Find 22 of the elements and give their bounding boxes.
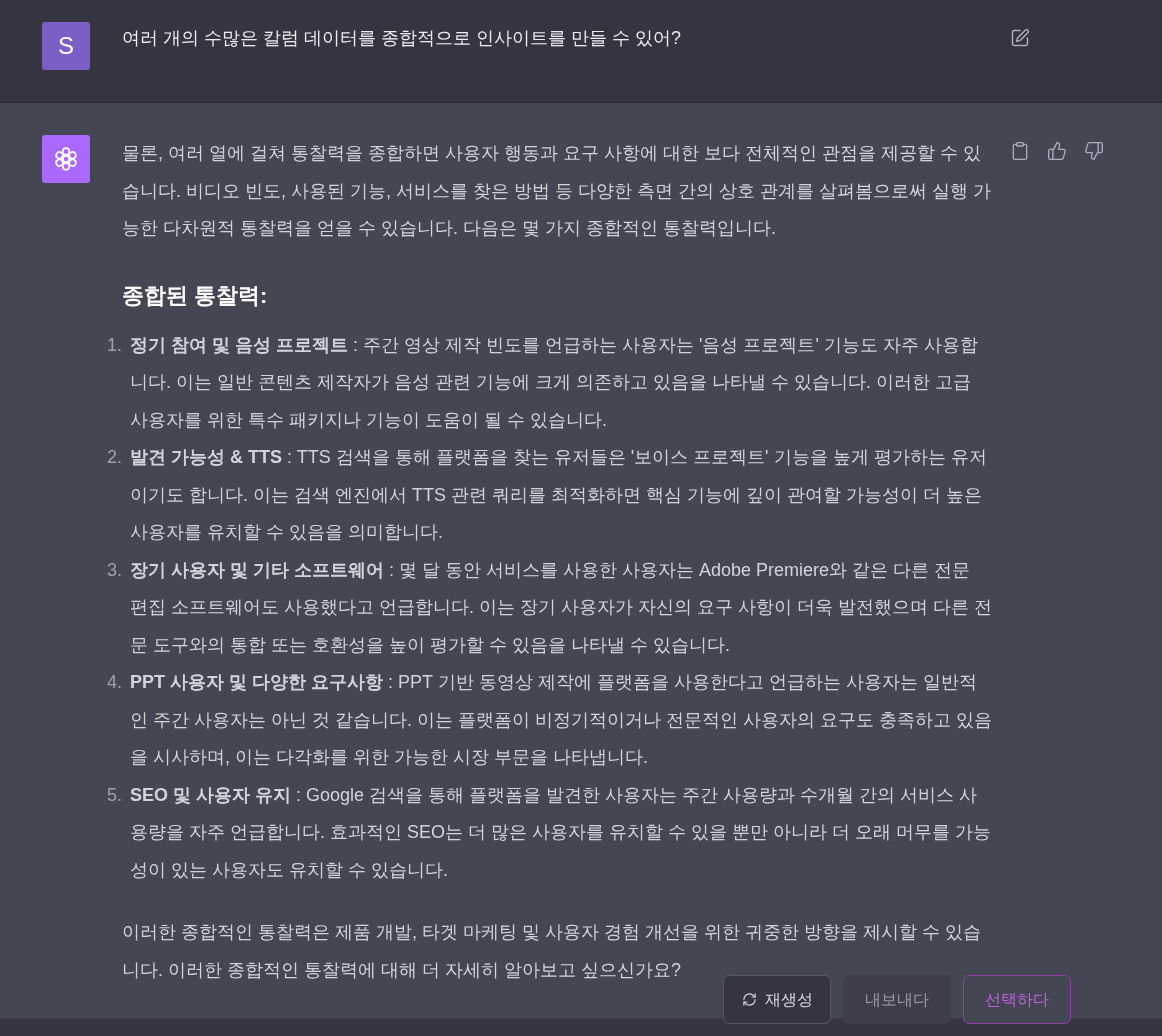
thumbs-up-icon[interactable] xyxy=(1047,141,1067,161)
list-number: 1. xyxy=(106,333,122,357)
user-message-text: 여러 개의 수많은 칼럼 데이터를 종합적으로 인사이트를 만들 수 있어? xyxy=(122,27,683,50)
user-avatar: S xyxy=(42,22,90,70)
section-heading: 종합된 통찰력: xyxy=(122,281,269,310)
refresh-icon xyxy=(741,992,757,1007)
edit-icon[interactable] xyxy=(1010,28,1030,48)
select-button[interactable]: 선택하다 xyxy=(963,975,1071,1024)
insight-text: 장기 사용자 및 기타 소프트웨어 : 몇 달 동안 서비스를 사용한 사용자는 Adobe Premiere와 같은 다른 전문 편집 소프트웨어도 사용했다고 언급합니다. 이는 장기 사용자가 자신의 요구 사항이 더욱 발전했으며 다른 전문 도구와의 통합 또는 호환성을 높이 평가할 수 있음을 나타낼 수 있습니다. xyxy=(130,558,992,657)
insight-text: PPT 사용자 및 다양한 요구사항 : PPT 기반 동영상 제작에 플랫폼을 사용한다고 언급하는 사용자는 일반적인 주간 사용자는 아닌 것 같습니다. 이는 플랫폼이 비정기적이거나 전문적인 사용자의 요구도 충족하고 있음을 시사하며, 이는 다각화를 위한 가능한 시장 부문을 나타냅니다. xyxy=(130,671,992,769)
list-number: 2. xyxy=(106,446,122,469)
list-number: 5. xyxy=(106,783,122,807)
intro-paragraph: 물론, 여러 열에 걸쳐 통찰력을 종합하면 사용자 행동과 요구 사항에 대한 보다 전체적인 관점을 제공할 수 있습니다. 비디오 빈도, 사용된 기능, 서비스를 찾은 방법 등 다양한 측면 간의 상호 관계를 살펴봄으로써 실행 가능한 다차원적 통찰력을 얻을 수 있습니다. 다음은 몇 가지 종합적인 통찰력입니다. xyxy=(122,142,993,240)
thumbs-down-icon[interactable] xyxy=(1084,141,1104,161)
list-number: 4. xyxy=(106,671,122,694)
list-number: 3. xyxy=(106,558,122,582)
insight-text: SEO 및 사용자 유지 : Google 검색을 통해 플랫폼을 발견한 사용자는 주간 사용량과 수개월 간의 서비스 사용량을 자주 언급합니다. 효과적인 SEO는 더 많은 사용자를 유치할 수 있을 뿐만 아니라 더 오래 머무를 가능성이 있는 사용자도 유치할 수 있습니다. xyxy=(130,783,992,882)
regenerate-button[interactable]: 재생성 xyxy=(723,975,831,1024)
insight-text: 발견 가능성 & TTS : TTS 검색을 통해 플랫폼을 찾는 유저들은 '보이스 프로젝트' 기능을 높게 평가하는 유저이기도 합니다. 이는 검색 엔진에서 TTS 관련 쿼리를 최적화하면 핵심 기능에 깊이 관여할 가능성이 더 높은 사용자를 유치할 수 있음을 의미합니다. xyxy=(130,446,988,544)
insight-text: 정기 참여 및 음성 프로젝트 : 주간 영상 제작 빈도를 언급하는 사용자는 '음성 프로젝트' 기능도 자주 사용합니다. 이는 일반 콘텐츠 제작자가 음성 관련 기능에 크게 의존하고 있음을 나타낼 수 있습니다. 이러한 고급 사용자를 위한 특수 패키지나 기능이 도움이 될 수 있습니다. xyxy=(130,333,979,432)
flower-logo-icon xyxy=(53,146,79,172)
copy-icon[interactable] xyxy=(1010,141,1030,161)
